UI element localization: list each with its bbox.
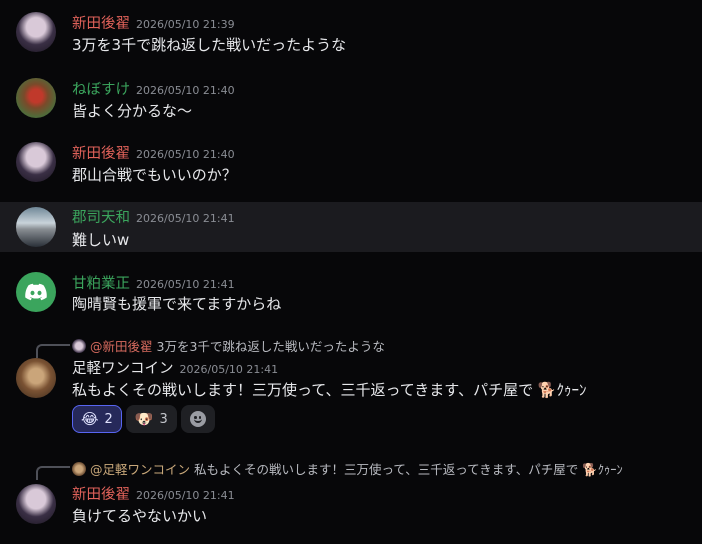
timestamp: 2026/05/10 21:41 bbox=[136, 489, 235, 502]
message-text: 私もよくその戦いします！三万使って、三千返ってきます、パチ屋で 🐕ｸｩｰﾝ bbox=[72, 381, 587, 399]
timestamp: 2026/05/10 21:40 bbox=[136, 84, 235, 97]
joy-emoji-icon: 😂 bbox=[81, 410, 99, 428]
avatar-discord-default[interactable] bbox=[16, 272, 56, 312]
author-name[interactable]: 甘粕業正 bbox=[72, 276, 130, 292]
message: 新田後翟 2026/05/10 21:40 郡山合戦でもいいのか？ bbox=[0, 130, 702, 196]
avatar[interactable] bbox=[16, 484, 56, 524]
dog-emoji-icon: 🐶 bbox=[134, 410, 154, 428]
reply-avatar bbox=[72, 339, 86, 353]
timestamp: 2026/05/10 21:41 bbox=[136, 212, 235, 225]
reaction-count: 3 bbox=[159, 411, 168, 427]
add-reaction-button[interactable] bbox=[180, 405, 215, 433]
message: @新田後翟 3万を3千で跳ね返した戦いだったような 足軽ワンコイン 2026/05… bbox=[0, 330, 702, 442]
avatar[interactable] bbox=[16, 78, 56, 118]
message-text: 難しいw bbox=[72, 231, 130, 249]
message: 甘粕業正 2026/05/10 21:41 陶晴賢も援軍で来てますからね bbox=[0, 258, 702, 324]
timestamp: 2026/05/10 21:41 bbox=[179, 363, 279, 376]
reaction-joy[interactable]: 😂 2 bbox=[72, 405, 122, 433]
message-text: 皆よく分かるな～ bbox=[72, 102, 193, 120]
message: 新田後翟 2026/05/10 21:39 3万を3千で跳ね返した戦いだったような bbox=[0, 0, 702, 64]
timestamp: 2026/05/10 21:41 bbox=[136, 278, 235, 291]
reply-avatar bbox=[72, 462, 86, 476]
reply-connector bbox=[36, 466, 70, 480]
message-hovered: 郡司天和 2026/05/10 21:41 難しいw bbox=[0, 202, 702, 252]
avatar[interactable] bbox=[16, 358, 56, 398]
reply-text: 3万を3千で跳ね返した戦いだったような bbox=[156, 339, 385, 354]
reaction-count: 2 bbox=[104, 411, 113, 427]
smiley-icon bbox=[189, 411, 206, 427]
author-name[interactable]: 郡司天和 bbox=[72, 210, 130, 226]
author-name[interactable]: 新田後翟 bbox=[72, 16, 130, 32]
message: @足軽ワンコイン 私もよくその戦いします！三万使って、三千返ってきます、パチ屋で… bbox=[0, 452, 702, 544]
reply-preview[interactable]: @新田後翟 3万を3千で跳ね返した戦いだったような bbox=[72, 336, 385, 355]
message-text: 郡山合戦でもいいのか？ bbox=[72, 166, 237, 184]
author-name[interactable]: 新田後翟 bbox=[72, 146, 130, 162]
message: ねぼすけ 2026/05/10 21:40 皆よく分かるな～ bbox=[0, 66, 702, 130]
timestamp: 2026/05/10 21:39 bbox=[136, 18, 235, 31]
reply-author[interactable]: @新田後翟 bbox=[90, 339, 153, 354]
avatar[interactable] bbox=[16, 12, 56, 52]
reply-preview[interactable]: @足軽ワンコイン 私もよくその戦いします！三万使って、三千返ってきます、パチ屋で… bbox=[72, 459, 623, 478]
author-name[interactable]: 新田後翟 bbox=[72, 487, 130, 503]
message-text: 負けてるやないかい bbox=[72, 507, 208, 525]
timestamp: 2026/05/10 21:40 bbox=[136, 148, 235, 161]
reply-connector bbox=[36, 344, 70, 358]
author-name[interactable]: 足軽ワンコイン bbox=[72, 361, 174, 377]
reply-text: 私もよくその戦いします！三万使って、三千返ってきます、パチ屋で 🐕ｸｩｰﾝ bbox=[194, 462, 623, 477]
reply-author[interactable]: @足軽ワンコイン bbox=[90, 462, 190, 477]
author-name[interactable]: ねぼすけ bbox=[72, 82, 130, 98]
message-text: 3万を3千で跳ね返した戦いだったような bbox=[72, 36, 347, 54]
reaction-dog[interactable]: 🐶 3 bbox=[125, 405, 177, 433]
discord-logo-icon bbox=[25, 283, 47, 301]
message-text: 陶晴賢も援軍で来てますからね bbox=[72, 295, 282, 313]
avatar[interactable] bbox=[16, 207, 56, 247]
avatar[interactable] bbox=[16, 142, 56, 182]
